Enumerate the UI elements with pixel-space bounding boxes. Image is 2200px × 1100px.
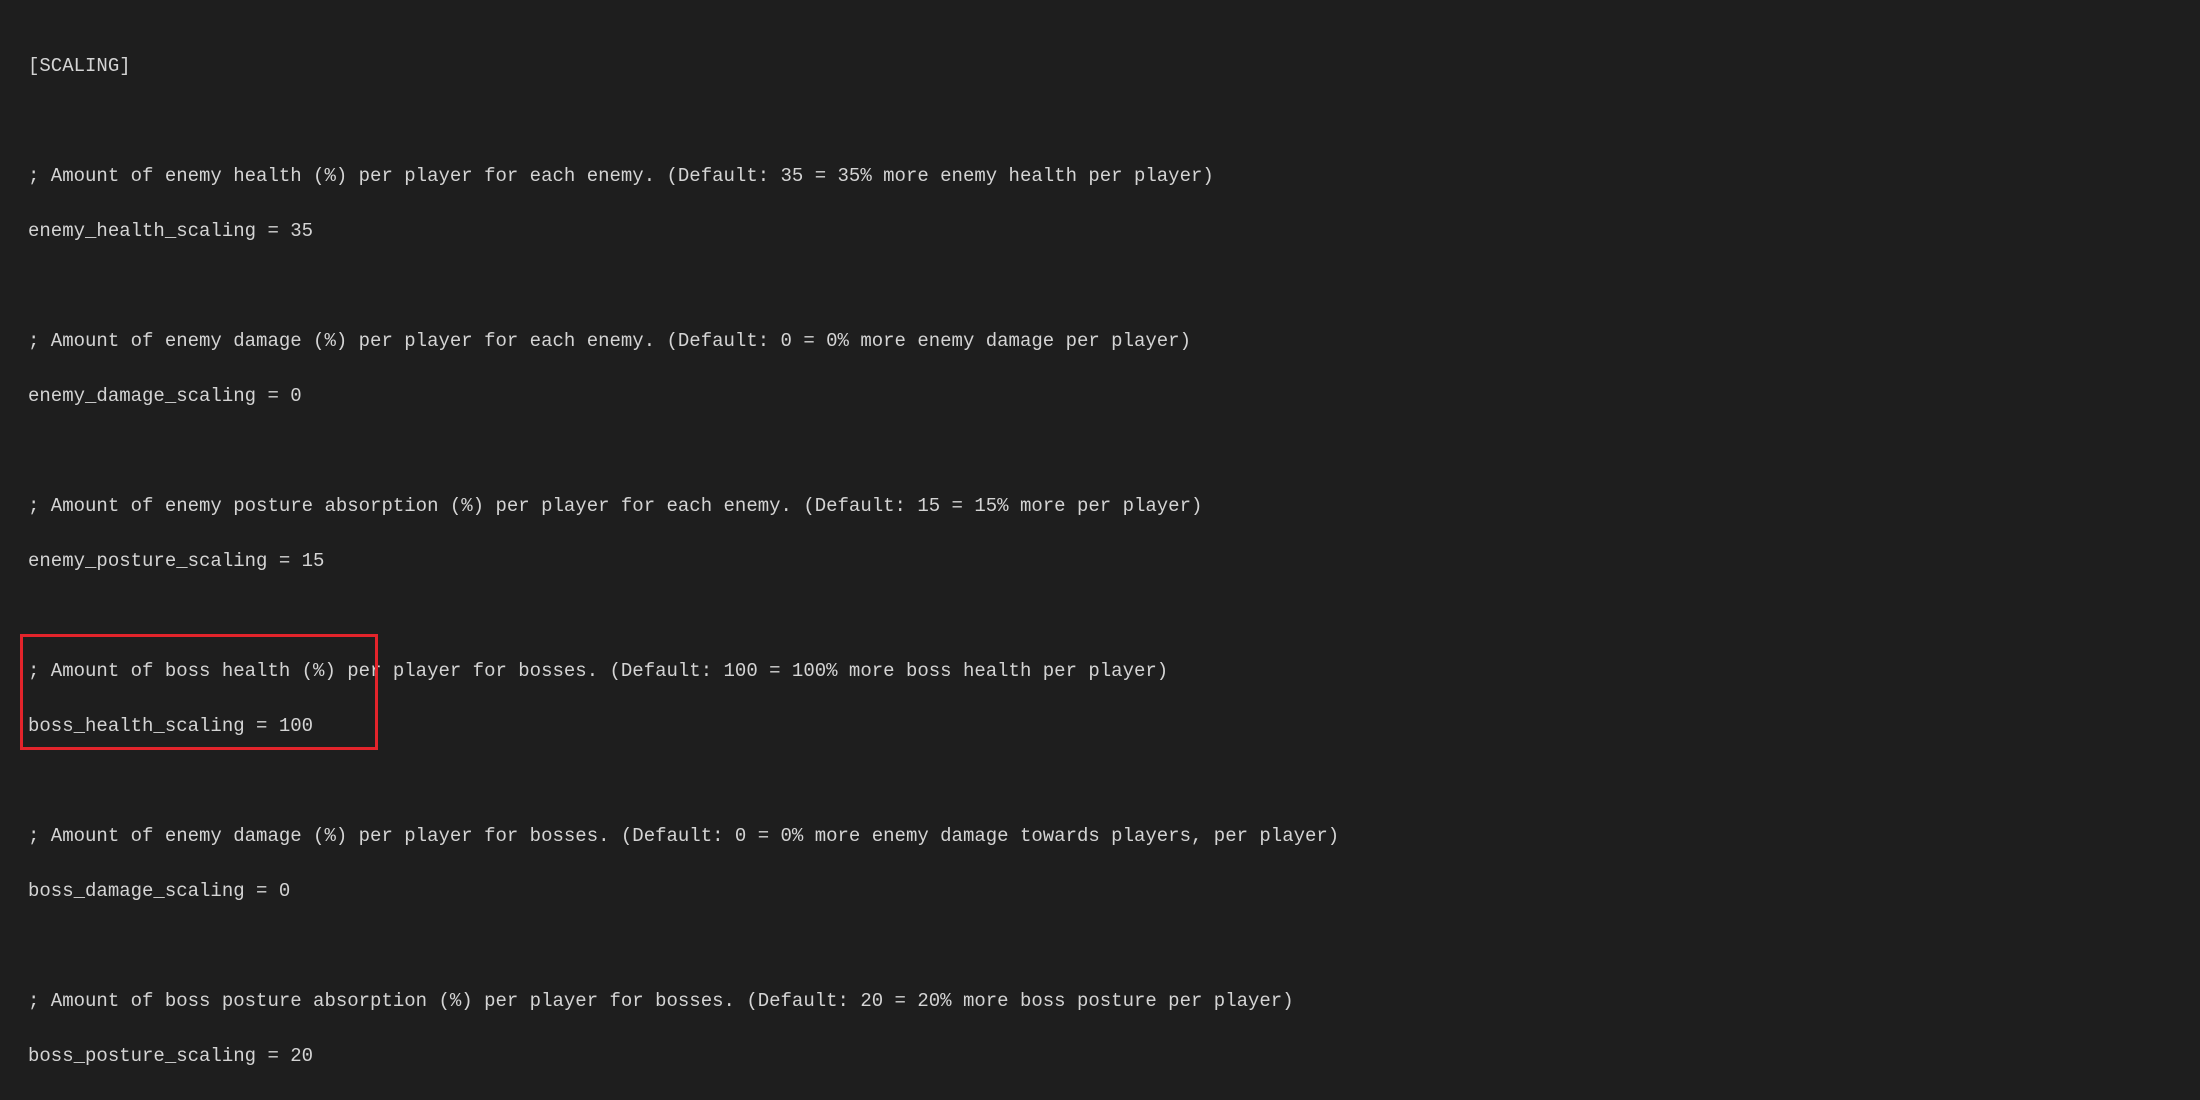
ini-key-boss-damage-scaling: boss_damage_scaling = 0 (28, 878, 2172, 906)
ini-comment: ; Amount of enemy posture absorption (%)… (28, 493, 2172, 521)
blank-line (28, 768, 2172, 796)
blank-line (28, 438, 2172, 466)
blank-line (28, 603, 2172, 631)
ini-key-boss-posture-scaling: boss_posture_scaling = 20 (28, 1043, 2172, 1071)
ini-comment: ; Amount of enemy damage (%) per player … (28, 823, 2172, 851)
ini-comment: ; Amount of boss health (%) per player f… (28, 658, 2172, 686)
blank-line (28, 933, 2172, 961)
ini-key-enemy-damage-scaling: enemy_damage_scaling = 0 (28, 383, 2172, 411)
blank-line (28, 273, 2172, 301)
ini-comment: ; Amount of enemy health (%) per player … (28, 163, 2172, 191)
ini-key-boss-health-scaling: boss_health_scaling = 100 (28, 713, 2172, 741)
ini-section-scaling: [SCALING] (28, 53, 2172, 81)
ini-key-enemy-posture-scaling: enemy_posture_scaling = 15 (28, 548, 2172, 576)
ini-key-enemy-health-scaling: enemy_health_scaling = 35 (28, 218, 2172, 246)
ini-comment: ; Amount of boss posture absorption (%) … (28, 988, 2172, 1016)
ini-comment: ; Amount of enemy damage (%) per player … (28, 328, 2172, 356)
text-editor-view[interactable]: [SCALING] ; Amount of enemy health (%) p… (0, 0, 2200, 1100)
blank-line (28, 108, 2172, 136)
